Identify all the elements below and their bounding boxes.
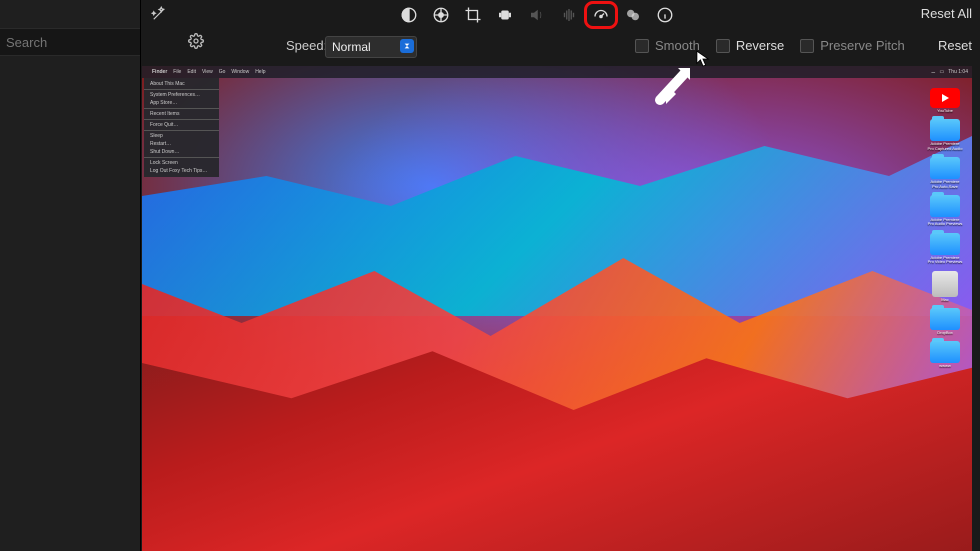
cursor-icon <box>696 50 710 68</box>
macos-wallpaper <box>142 66 972 551</box>
color-wheel-icon[interactable] <box>432 6 450 24</box>
reset-button[interactable]: Reset <box>938 38 972 53</box>
speed-select[interactable]: Normal <box>325 36 417 58</box>
smooth-checkbox[interactable]: Smooth <box>635 38 700 53</box>
battery-icon: ▭ <box>940 69 945 75</box>
speed-tab-highlight <box>584 1 618 29</box>
info-icon[interactable] <box>656 6 674 24</box>
video-preview: Finder File Edit View Go Window Help ⚊ ▭… <box>142 66 972 551</box>
noise-reduction-icon[interactable] <box>560 6 578 24</box>
search-input[interactable] <box>0 31 188 54</box>
macos-menubar: Finder File Edit View Go Window Help ⚊ ▭… <box>142 66 972 78</box>
apple-menu: About This MacSystem Preferences…App Sto… <box>144 78 219 177</box>
reset-all-button[interactable]: Reset All <box>921 6 972 21</box>
chevron-down-icon <box>400 39 414 53</box>
library-sidebar <box>0 0 141 551</box>
speed-options: Smooth Reverse Preserve Pitch <box>635 38 905 53</box>
crop-icon[interactable] <box>464 6 482 24</box>
effects-icon[interactable] <box>624 6 642 24</box>
wifi-icon: ⚊ <box>931 69 935 75</box>
menubar-app: Finder <box>152 69 167 75</box>
speed-value: Normal <box>332 40 371 54</box>
speed-label: Speed: <box>286 38 327 53</box>
magic-wand-icon[interactable] <box>150 5 180 25</box>
speed-icon[interactable] <box>592 6 610 24</box>
color-balance-icon[interactable] <box>400 6 418 24</box>
stabilize-icon[interactable] <box>496 6 514 24</box>
volume-icon[interactable] <box>528 6 546 24</box>
reverse-checkbox[interactable]: Reverse <box>716 38 784 53</box>
inspector-tabs <box>400 4 674 26</box>
desktop-icons: YouTubeAdobe Premiere Pro Captured Audio… <box>922 88 968 369</box>
annotation-arrow-icon <box>654 66 694 106</box>
preserve-pitch-checkbox[interactable]: Preserve Pitch <box>800 38 905 53</box>
gear-icon[interactable] <box>188 33 204 51</box>
